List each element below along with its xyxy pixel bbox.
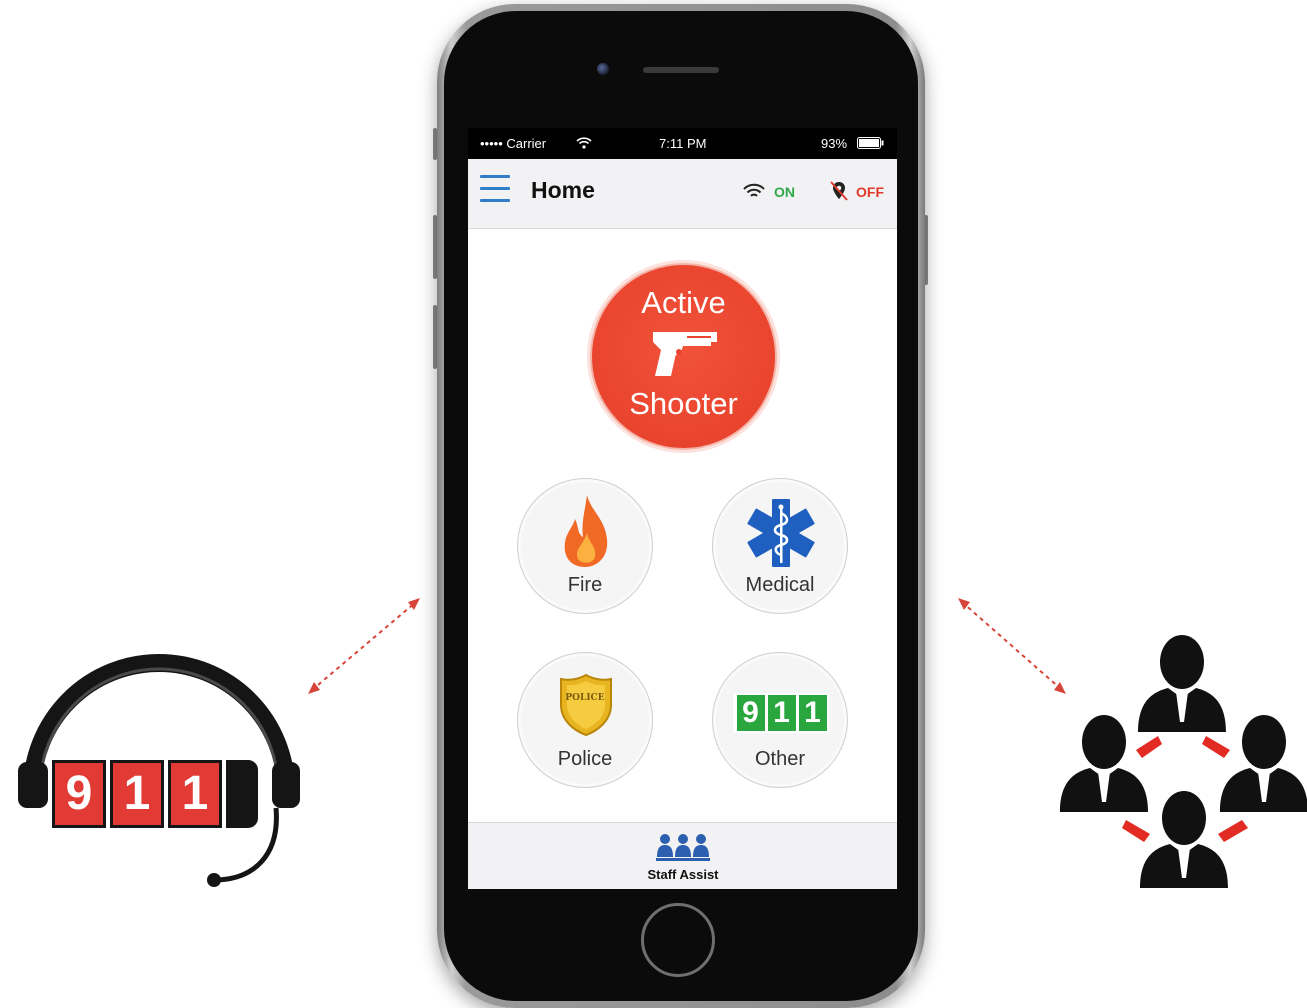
police-badge-icon	[560, 673, 612, 737]
page-title: Home	[531, 177, 595, 203]
wifi-status-label: ON	[774, 184, 795, 200]
location-off-icon	[830, 181, 848, 201]
status-time: 7:11 PM	[659, 136, 707, 151]
other-digit: 1	[767, 695, 796, 731]
app-screen: ••••• Carrier 7:11 PM 93% Home ON OFF Ac…	[468, 128, 897, 889]
dispatcher-digit: 1	[110, 760, 164, 828]
other-label: Other	[754, 748, 806, 770]
dispatcher-digit: 9	[52, 760, 106, 828]
menu-icon[interactable]	[480, 175, 510, 205]
home-button[interactable]	[641, 903, 715, 977]
flame-icon	[564, 495, 608, 567]
location-status-label: OFF	[856, 184, 884, 200]
fire-label: Fire	[567, 574, 603, 596]
staff-assist-button[interactable]: Staff Assist	[628, 829, 738, 887]
status-wifi-icon	[576, 137, 592, 149]
dispatcher-911-tiles: 911	[52, 760, 258, 830]
earpiece-speaker	[643, 67, 719, 73]
battery-percent: 93%	[821, 136, 848, 151]
police-label: Police	[557, 748, 613, 770]
medical-button[interactable]: Medical	[712, 478, 848, 614]
staff-network-icon	[1060, 635, 1307, 888]
fire-button[interactable]: Fire	[517, 478, 653, 614]
front-camera	[597, 63, 609, 75]
status-bar: ••••• Carrier 7:11 PM 93%	[468, 128, 897, 159]
other-digit: 9	[736, 695, 765, 731]
carrier-label: ••••• Carrier	[480, 136, 547, 151]
medical-label: Medical	[745, 574, 815, 596]
police-badge-text: POLICE	[565, 693, 605, 703]
active-shooter-button[interactable]: Active Shooter	[590, 263, 777, 450]
wifi-icon	[743, 183, 765, 197]
other-button[interactable]: 911 Other	[712, 652, 848, 788]
dispatcher-digit: 1	[168, 760, 222, 828]
911-icon: 911	[733, 693, 829, 733]
staff-group-icon	[656, 834, 710, 861]
battery-icon	[857, 137, 884, 149]
nav-bar: Home ON OFF	[468, 159, 897, 229]
active-shooter-label-line2: Shooter	[629, 386, 738, 421]
staff-assist-label: Staff Assist	[647, 867, 719, 882]
active-shooter-label-line1: Active	[641, 285, 726, 320]
gun-icon	[653, 332, 717, 376]
bottom-bar: Staff Assist	[468, 822, 897, 889]
police-button[interactable]: POLICE Police	[517, 652, 653, 788]
other-digit: 1	[798, 695, 827, 731]
star-of-life-icon	[747, 499, 815, 567]
left-connector-arrow	[308, 598, 420, 694]
dispatcher-headset-illustration: 911	[14, 630, 304, 892]
